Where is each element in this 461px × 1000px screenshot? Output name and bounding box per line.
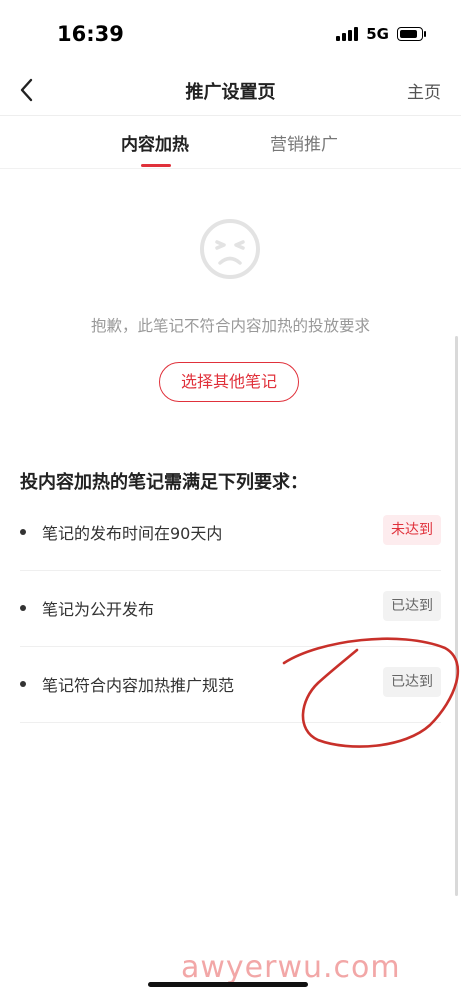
requirements-title: 投内容加热的笔记需满足下列要求： [20,472,308,493]
status-time: 16:39 [57,22,124,46]
status-badge: 未达到 [383,515,441,545]
requirement-row: 笔记为公开发布 已达到 [20,570,441,647]
bullet-icon [20,605,26,611]
bullet-icon [20,529,26,535]
scrollbar[interactable] [455,336,458,896]
status-indicators: 5G [336,25,426,43]
requirement-row: 笔记的发布时间在90天内 未达到 [20,494,441,571]
home-link[interactable]: 主页 [407,78,441,103]
requirement-text: 笔记符合内容加热推广规范 [42,676,235,695]
tab-bar: 内容加热 营销推广 [0,116,461,168]
requirement-row: 笔记符合内容加热推广规范 已达到 [20,646,441,723]
status-badge: 已达到 [383,667,441,697]
signal-icon [336,27,360,41]
battery-icon [397,27,426,41]
sad-face-icon [200,219,260,279]
home-indicator[interactable] [148,982,308,987]
network-label: 5G [366,25,389,43]
tab-content-boost[interactable]: 内容加热 [121,130,189,155]
tab-marketing[interactable]: 营销推广 [270,130,338,155]
status-bar: 16:39 5G [0,0,461,66]
choose-other-note-button[interactable]: 选择其他笔记 [159,362,299,402]
nav-bar: 推广设置页 主页 [0,66,461,114]
empty-message: 抱歉，此笔记不符合内容加热的投放要求 [90,317,370,335]
status-badge: 已达到 [383,591,441,621]
requirement-text: 笔记的发布时间在90天内 [42,524,223,543]
tab-divider [0,168,461,169]
tab-indicator [141,164,171,167]
bullet-icon [20,681,26,687]
requirement-text: 笔记为公开发布 [42,600,155,619]
watermark: awyerwu.com [181,950,401,985]
page-title: 推广设置页 [185,82,276,103]
